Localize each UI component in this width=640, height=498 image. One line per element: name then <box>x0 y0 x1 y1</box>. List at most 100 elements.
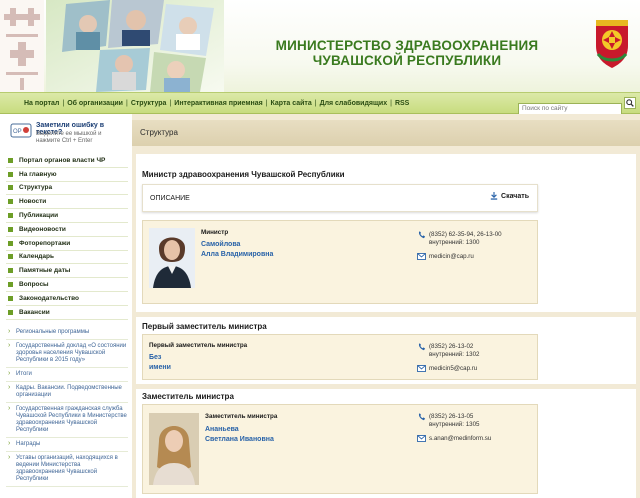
sidebar-item-label: Видеоновости <box>19 225 66 233</box>
sidebar-item-label: Памятные даты <box>19 267 71 275</box>
sidebar-item-label: Законодательство <box>19 294 79 302</box>
bullet-icon <box>8 213 13 219</box>
deputy-card: Заместитель министра Ананьева Светлана И… <box>142 404 538 494</box>
chuvash-ornament-icon <box>0 0 44 92</box>
phone-internal: внутренний: 1305 <box>429 421 480 428</box>
svg-text:OP: OP <box>13 129 22 135</box>
site-search <box>518 97 636 115</box>
first-deputy-given-name: имени <box>149 363 171 371</box>
nav-reception[interactable]: Интерактивная приемная <box>174 100 262 107</box>
first-deputy-name-link[interactable]: Без имени <box>149 353 171 372</box>
sidebar-item-home[interactable]: На главную <box>6 168 128 182</box>
email-link[interactable]: medicin@cap.ru <box>429 253 474 261</box>
sidebar-link-programs[interactable]: Региональные программы <box>6 326 128 340</box>
first-deputy-role: Первый заместитель министра <box>149 342 248 349</box>
minister-given-name: Алла Владимировна <box>201 250 274 258</box>
nav-separator: | <box>265 99 268 107</box>
typo-report-widget: OP Заметили ошибку в тексте? Выделите ее… <box>6 118 128 154</box>
sidebar-item-news[interactable]: Новости <box>6 195 128 210</box>
email-link[interactable]: s.anan@medinform.su <box>429 435 491 443</box>
header-photo-collage <box>46 0 224 92</box>
search-input[interactable] <box>518 102 622 115</box>
sidebar-link-charters[interactable]: Уставы организаций, находящихся в ведени… <box>6 452 128 487</box>
minister-photo <box>149 228 195 288</box>
deputy-surname: Ананьева <box>205 426 239 433</box>
nav-sitemap[interactable]: Карта сайта <box>271 100 312 107</box>
typo-hint: Выделите ее мышкой и нажмите Ctrl + Ente… <box>36 131 102 144</box>
sidebar-item-photoreports[interactable]: Фоторепортажи <box>6 237 128 251</box>
bullet-icon <box>8 157 13 163</box>
nav-structure[interactable]: Структура <box>131 100 167 107</box>
email-link[interactable]: medicin5@cap.ru <box>429 365 477 373</box>
sidebar-submenu: Региональные программы Государственный д… <box>6 326 128 487</box>
chuvash-emblem-icon <box>596 20 628 68</box>
section-divider <box>136 384 636 389</box>
email-row: medicin5@cap.ru <box>417 365 537 373</box>
deputy-name-link[interactable]: Ананьева Светлана Ивановна <box>205 425 274 444</box>
sidebar-item-label: Вопросы <box>19 281 49 289</box>
phone-icon <box>418 413 426 421</box>
sidebar-link-staff[interactable]: Кадры. Вакансии. Подведомственные органи… <box>6 382 128 403</box>
sidebar-link-health-report[interactable]: Государственный доклад «О состоянии здор… <box>6 340 128 368</box>
bullet-icon <box>8 309 13 315</box>
nav-separator: | <box>62 99 65 107</box>
phone-row: (8352) 26-13-05 внутренний: 1305 <box>417 413 537 429</box>
nav-about[interactable]: Об организации <box>67 100 123 107</box>
minister-surname: Самойлова <box>201 241 241 248</box>
phone-icon <box>418 343 426 351</box>
phone-internal: внутренний: 1300 <box>429 239 480 246</box>
sidebar-item-label: Вакансии <box>19 308 50 316</box>
sidebar-item-structure[interactable]: Структура <box>6 182 128 196</box>
phone-row: (8352) 62-35-94, 26-13-00 внутренний: 13… <box>417 231 537 247</box>
search-button[interactable] <box>624 97 636 109</box>
ministry-title: МИНИСТЕРСТВО ЗДРАВООХРАНЕНИЯ ЧУВАШСКОЙ Р… <box>272 38 542 68</box>
sidebar-item-questions[interactable]: Вопросы <box>6 278 128 292</box>
sidebar-link-civil-service[interactable]: Государственная гражданская служба Чуваш… <box>6 403 128 438</box>
nav-accessibility[interactable]: Для слабовидящих <box>320 100 388 107</box>
nav-separator: | <box>390 99 392 107</box>
download-button[interactable]: Скачать <box>490 192 529 200</box>
sidebar-item-label: На главную <box>19 170 57 178</box>
sidebar-item-memorable-dates[interactable]: Памятные даты <box>6 264 128 279</box>
structure-panel: Министр здравоохранения Чувашской Респуб… <box>136 154 636 498</box>
nav-portal[interactable]: На портал <box>24 100 59 107</box>
sidebar-item-label: Календарь <box>19 253 54 261</box>
bullet-icon <box>8 268 13 274</box>
sidebar-item-label: Портал органов власти ЧР <box>19 156 106 164</box>
download-icon <box>490 192 498 200</box>
phone-icon <box>418 231 426 239</box>
sidebar-item-label: Фоторепортажи <box>19 239 71 247</box>
nav-rss[interactable]: RSS <box>395 100 409 107</box>
page-title: Структура <box>140 128 178 137</box>
description-bar: ОПИСАНИЕ Скачать <box>142 184 538 212</box>
nav-separator: | <box>125 99 128 107</box>
sidebar-item-calendar[interactable]: Календарь <box>6 251 128 265</box>
deputy-contacts: (8352) 26-13-05 внутренний: 1305 s.anan@… <box>417 413 537 443</box>
minister-name-link[interactable]: Самойлова Алла Владимировна <box>201 240 273 259</box>
phone-number: (8352) 26-13-05 <box>429 413 474 420</box>
deputy-role: Заместитель министра <box>205 413 278 420</box>
bullet-icon <box>8 185 13 191</box>
bullet-icon <box>8 171 13 177</box>
sidebar-item-legislation[interactable]: Законодательство <box>6 292 128 306</box>
deputy-given-name: Светлана Ивановна <box>205 435 274 443</box>
sidebar-item-videonews[interactable]: Видеоновости <box>6 223 128 237</box>
first-deputy-section-title: Первый заместитель министра <box>142 322 267 331</box>
phone-number: (8352) 62-35-94, 26-13-00 <box>429 231 502 238</box>
section-divider <box>136 312 636 317</box>
bullet-icon <box>8 254 13 260</box>
sidebar-link-awards[interactable]: Награды <box>6 438 128 452</box>
minister-card: Министр Самойлова Алла Владимировна (835… <box>142 220 538 304</box>
description-label[interactable]: ОПИСАНИЕ <box>150 195 190 202</box>
sidebar-link-results[interactable]: Итоги <box>6 368 128 382</box>
sidebar-item-portal[interactable]: Портал органов власти ЧР <box>6 154 128 168</box>
ministry-title-line2: ЧУВАШСКОЙ РЕСПУБЛИКИ <box>312 53 502 68</box>
minister-contacts: (8352) 62-35-94, 26-13-00 внутренний: 13… <box>417 231 537 261</box>
sidebar-item-vacancies[interactable]: Вакансии <box>6 306 128 320</box>
orphus-icon: OP <box>10 123 32 138</box>
sidebar-item-publications[interactable]: Публикации <box>6 209 128 223</box>
email-row: s.anan@medinform.su <box>417 435 537 443</box>
ministry-title-line1: МИНИСТЕРСТВО ЗДРАВООХРАНЕНИЯ <box>275 38 539 53</box>
bullet-icon <box>8 226 13 232</box>
top-navigation: На портал | Об организации | Структура |… <box>0 92 640 115</box>
